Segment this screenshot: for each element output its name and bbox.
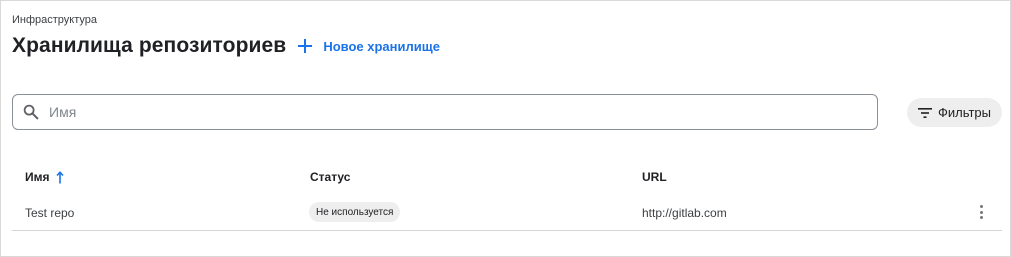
page-title: Хранилища репозиториев [12,34,287,57]
breadcrumb[interactable]: Инфраструктура [12,14,97,26]
table-row[interactable]: Test repo Не используется http://gitlab.… [12,193,1002,231]
search-box[interactable] [12,94,878,130]
filters-button[interactable]: Фильтры [907,98,1002,127]
new-repository-label: Новое хранилище [323,38,440,54]
sort-ascending-icon [55,170,64,183]
repositories-table: Имя Статус URL Test repo Не используется… [12,161,1002,231]
table-header: Имя Статус URL [12,161,1002,193]
plus-icon [298,39,313,53]
column-header-name[interactable]: Имя [25,170,64,184]
column-header-status[interactable]: Статус [310,170,350,184]
more-options-icon[interactable] [976,203,986,221]
title-row: Хранилища репозиториев Новое хранилище [12,34,440,58]
status-badge: Не используется [309,202,401,222]
search-input[interactable] [49,104,849,120]
new-repository-button[interactable]: Новое хранилище [298,39,440,54]
row-name: Test repo [25,206,75,220]
search-icon [23,104,39,120]
filters-label: Фильтры [937,105,991,120]
column-header-name-label: Имя [25,170,50,184]
row-url: http://gitlab.com [642,206,727,220]
filter-icon [917,107,932,118]
column-header-url[interactable]: URL [642,170,667,184]
page-frame: Инфраструктура Хранилища репозиториев Но… [0,0,1011,257]
